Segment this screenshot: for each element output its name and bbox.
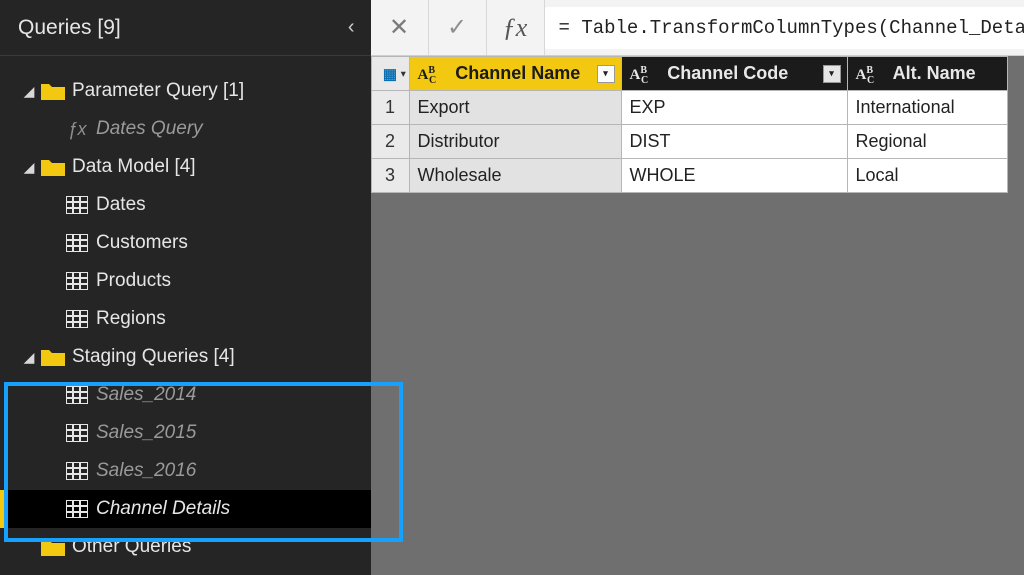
queries-tree: ◢ Parameter Query [1] ƒx Dates Query ◢ D… <box>0 56 371 566</box>
column-header-channel-code[interactable]: ABC Channel Code ▾ <box>621 57 847 91</box>
table-row[interactable]: 1 Export EXP International <box>371 91 1007 125</box>
chevron-down-icon: ◢ <box>20 349 38 366</box>
folder-label: Parameter Query [1] <box>68 80 244 102</box>
formula-bar: ✕ ✓ ƒx = Table.TransformColumnTypes(Chan… <box>371 0 1024 56</box>
queries-header: Queries [9] ‹ <box>0 0 371 56</box>
query-sales-2015[interactable]: Sales_2015 <box>0 414 371 452</box>
filter-dropdown-icon[interactable]: ▾ <box>597 65 615 83</box>
type-text-icon: ABC <box>418 67 443 84</box>
query-label: Dates <box>92 194 146 216</box>
main-area: ✕ ✓ ƒx = Table.TransformColumnTypes(Chan… <box>371 0 1024 575</box>
cell[interactable]: WHOLE <box>621 159 847 193</box>
folder-label: Other Queries <box>68 536 191 558</box>
folder-icon <box>38 157 68 177</box>
query-label: Sales_2014 <box>92 384 196 406</box>
query-channel-details[interactable]: Channel Details <box>0 490 371 528</box>
cell[interactable]: Local <box>847 159 1007 193</box>
query-regions[interactable]: Regions <box>0 300 371 338</box>
table-icon <box>62 234 92 252</box>
query-label: Sales_2016 <box>92 460 196 482</box>
column-header-channel-name[interactable]: ABC Channel Name ▾ <box>409 57 621 91</box>
table-row[interactable]: 3 Wholesale WHOLE Local <box>371 159 1007 193</box>
folder-icon <box>38 347 68 367</box>
folder-staging-queries[interactable]: ◢ Staging Queries [4] <box>0 338 371 376</box>
folder-other-queries[interactable]: ◢ Other Queries <box>0 528 371 566</box>
table-icon <box>62 500 92 518</box>
cancel-step-button[interactable]: ✕ <box>371 0 429 55</box>
data-grid: ▦ ▾ ABC Channel Name ▾ ABC Channel Code … <box>371 56 1024 193</box>
chevron-down-icon: ◢ <box>20 159 38 176</box>
column-label: Channel Code <box>667 63 788 83</box>
folder-data-model[interactable]: ◢ Data Model [4] <box>0 148 371 186</box>
query-label: Regions <box>92 308 166 330</box>
query-dates[interactable]: Dates <box>0 186 371 224</box>
cell[interactable]: EXP <box>621 91 847 125</box>
cell[interactable]: Distributor <box>409 125 621 159</box>
table-row[interactable]: 2 Distributor DIST Regional <box>371 125 1007 159</box>
table-icon <box>62 272 92 290</box>
query-sales-2016[interactable]: Sales_2016 <box>0 452 371 490</box>
table-icon <box>62 386 92 404</box>
table-corner-button[interactable]: ▦ ▾ <box>371 57 409 91</box>
fx-icon: ƒx <box>62 119 92 140</box>
query-label: Dates Query <box>92 118 203 140</box>
query-label: Sales_2015 <box>92 422 196 444</box>
collapse-queries-button[interactable]: ‹ <box>348 16 355 39</box>
cell[interactable]: Export <box>409 91 621 125</box>
table-icon <box>62 424 92 442</box>
cell[interactable]: International <box>847 91 1007 125</box>
query-dates-query[interactable]: ƒx Dates Query <box>0 110 371 148</box>
table-icon: ▦ <box>383 66 397 83</box>
query-customers[interactable]: Customers <box>0 224 371 262</box>
query-label: Channel Details <box>92 498 230 520</box>
query-sales-2014[interactable]: Sales_2014 <box>0 376 371 414</box>
type-text-icon: ABC <box>856 67 881 84</box>
row-number: 3 <box>371 159 409 193</box>
cell[interactable]: DIST <box>621 125 847 159</box>
commit-step-button[interactable]: ✓ <box>429 0 487 55</box>
table-icon <box>62 462 92 480</box>
query-products[interactable]: Products <box>0 262 371 300</box>
filter-dropdown-icon[interactable]: ▾ <box>823 65 841 83</box>
dropdown-icon: ▾ <box>401 68 406 79</box>
query-label: Products <box>92 270 171 292</box>
chevron-down-icon: ◢ <box>20 83 38 100</box>
column-label: Alt. Name <box>893 63 976 83</box>
column-header-alt-name[interactable]: ABC Alt. Name <box>847 57 1007 91</box>
cell[interactable]: Wholesale <box>409 159 621 193</box>
row-number: 2 <box>371 125 409 159</box>
folder-label: Data Model [4] <box>68 156 196 178</box>
formula-input[interactable]: = Table.TransformColumnTypes(Channel_Det… <box>545 7 1024 49</box>
fx-button[interactable]: ƒx <box>487 0 545 55</box>
query-label: Customers <box>92 232 188 254</box>
folder-icon <box>38 537 68 557</box>
row-number: 1 <box>371 91 409 125</box>
table-icon <box>62 196 92 214</box>
table-icon <box>62 310 92 328</box>
type-text-icon: ABC <box>630 67 655 84</box>
folder-icon <box>38 81 68 101</box>
queries-pane: Queries [9] ‹ ◢ Parameter Query [1] ƒx D… <box>0 0 371 575</box>
queries-title: Queries [9] <box>18 16 121 40</box>
cell[interactable]: Regional <box>847 125 1007 159</box>
folder-parameter-query[interactable]: ◢ Parameter Query [1] <box>0 72 371 110</box>
folder-label: Staging Queries [4] <box>68 346 235 368</box>
column-label: Channel Name <box>455 63 580 83</box>
